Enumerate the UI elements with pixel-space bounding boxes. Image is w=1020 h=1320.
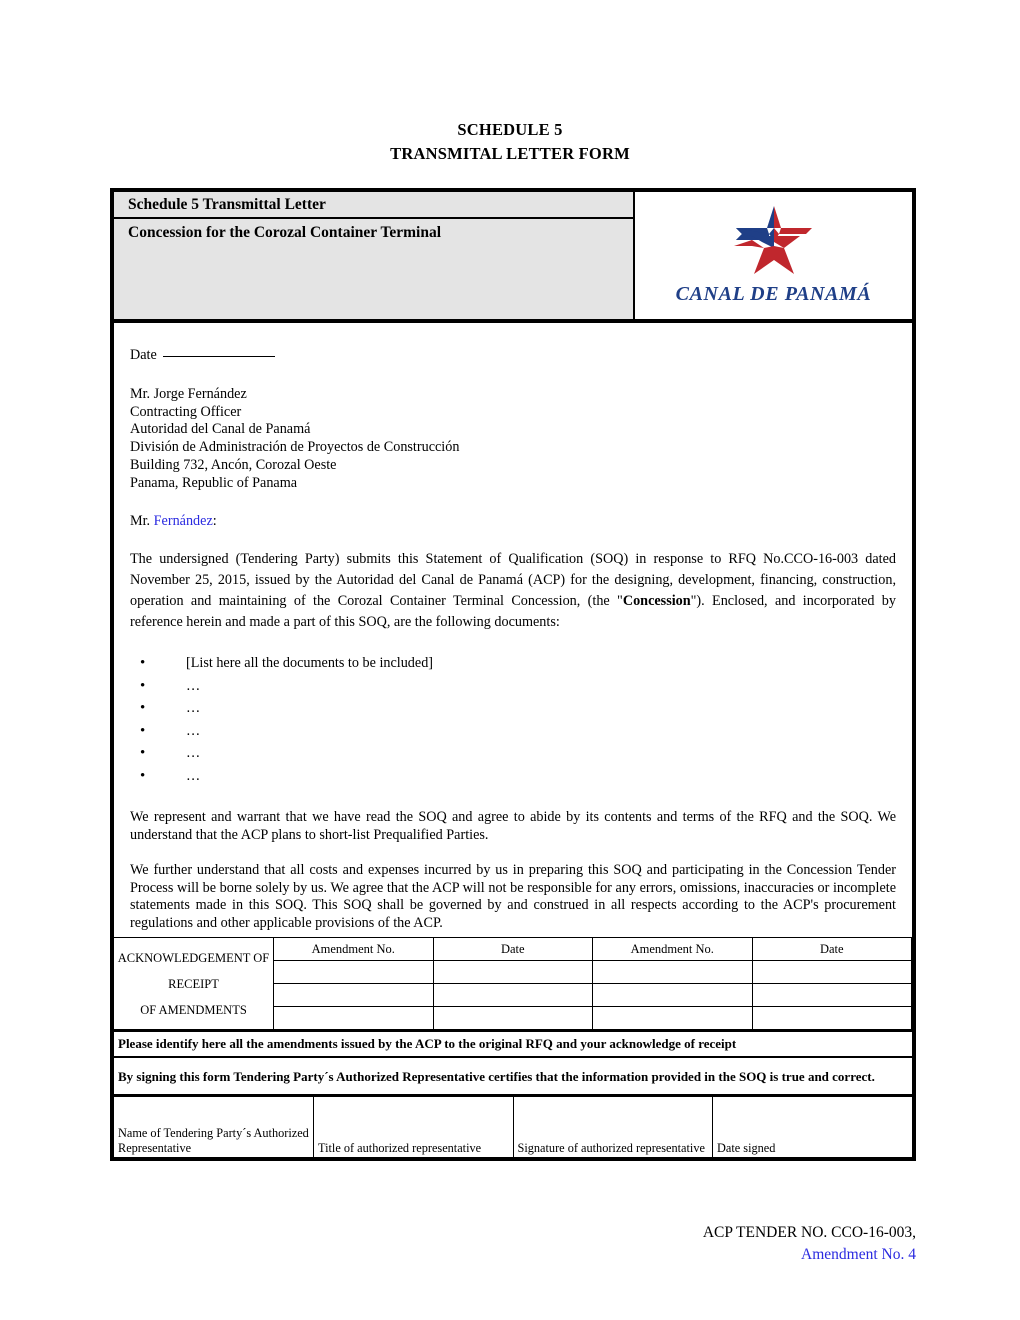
signature-title-field[interactable]: Title of authorized representative <box>313 1097 514 1158</box>
list-item-label: … <box>186 722 201 739</box>
list-item: • … <box>130 742 896 765</box>
form-header-line-2: Concession for the Corozal Container Ter… <box>128 224 442 241</box>
signature-table: Name of Tendering Party´s Authorized Rep… <box>114 1097 912 1158</box>
footer-tender-number: ACP TENDER NO. CCO-16-003, <box>702 1224 916 1241</box>
amendment-date-field[interactable] <box>751 1006 912 1031</box>
table-row: ACKNOWLEDGEMENT OF RECEIPT OF AMENDMENTS… <box>114 937 912 1031</box>
page-footer: ACP TENDER NO. CCO-16-003, Amendment No.… <box>0 1222 916 1266</box>
acknowledgement-label-line-2: OF AMENDMENTS <box>140 1002 247 1017</box>
recipient-address-block: Mr. Jorge Fernández Contracting Officer … <box>130 386 896 493</box>
list-item-label: … <box>186 700 201 717</box>
list-item-label: … <box>186 767 201 784</box>
paragraph-1-bold-term: Concession <box>622 593 691 610</box>
recipient-line: Building 732, Ancón, Corozal Oeste <box>130 456 337 473</box>
bullet-dot-icon: • <box>140 745 146 762</box>
amendment-notice-text: Please identify here all the amendments … <box>114 1030 912 1059</box>
recipient-line: Panama, Republic of Panama <box>130 474 298 491</box>
acknowledgement-label-line-1: ACKNOWLEDGEMENT OF RECEIPT <box>117 950 270 991</box>
bullet-dot-icon: • <box>140 677 146 694</box>
signature-sign-field[interactable]: Signature of authorized representative <box>512 1097 713 1158</box>
amendment-no-field[interactable] <box>273 960 434 985</box>
amendment-date-field[interactable] <box>432 983 593 1008</box>
page-title: SCHEDULE 5 TRANSMITAL LETTER FORM <box>0 118 1020 166</box>
form-body: Date Mr. Jorge Fernández Contracting Off… <box>114 323 912 932</box>
salutation-suffix: : <box>212 512 217 529</box>
bullet-dot-icon: • <box>140 655 146 672</box>
signature-name-field[interactable]: Name of Tendering Party´s Authorized Rep… <box>114 1097 314 1158</box>
documents-bullet-list: • [List here all the documents to be inc… <box>130 652 896 787</box>
recipient-line: División de Administración de Proyectos … <box>130 439 460 456</box>
column-header-amendment-no: Amendment No. <box>273 937 434 962</box>
footer-amendment-number: Amendment No. 4 <box>801 1246 916 1263</box>
amendment-no-field[interactable] <box>273 983 434 1008</box>
column-header-amendment-no: Amendment No. <box>592 937 753 962</box>
certification-statement: By signing this form Tendering Party´s A… <box>114 1058 912 1098</box>
salutation-name: Fernández <box>153 512 213 529</box>
amendment-date-field[interactable] <box>751 960 912 985</box>
amendment-no-field[interactable] <box>592 983 753 1008</box>
logo-wordmark: CANAL DE PANAMÁ <box>675 282 872 305</box>
list-item: • … <box>130 720 896 743</box>
recipient-line: Autoridad del Canal de Panamá <box>130 421 311 438</box>
list-item: • … <box>130 765 896 788</box>
salutation-prefix: Mr. <box>130 512 154 529</box>
amendment-date-field[interactable] <box>432 960 593 985</box>
amendment-date-field[interactable] <box>432 1006 593 1031</box>
list-item-label: [List here all the documents to be inclu… <box>186 655 434 672</box>
date-label: Date <box>130 347 157 363</box>
amendment-date-field[interactable] <box>751 983 912 1008</box>
title-line-2: TRANSMITAL LETTER FORM <box>390 144 630 163</box>
column-header-date: Date <box>751 937 912 962</box>
paragraph-submission: The undersigned (Tendering Party) submit… <box>130 549 896 633</box>
salutation: Mr. Fernández: <box>130 513 896 531</box>
paragraph-costs: We further understand that all costs and… <box>130 862 896 931</box>
list-item: • … <box>130 675 896 698</box>
list-item: • [List here all the documents to be inc… <box>130 652 896 675</box>
amendment-no-field[interactable] <box>592 960 753 985</box>
recipient-line: Contracting Officer <box>130 403 242 420</box>
form-header-line-1: Schedule 5 Transmittal Letter <box>114 192 633 219</box>
logo-cell: CANAL DE PANAMÁ <box>635 192 912 319</box>
document-page: SCHEDULE 5 TRANSMITAL LETTER FORM Schedu… <box>0 0 1020 1320</box>
column-header-date: Date <box>432 937 593 962</box>
amendment-no-field[interactable] <box>273 1006 434 1031</box>
table-row: Name of Tendering Party´s Authorized Rep… <box>114 1097 912 1158</box>
list-item-label: … <box>186 745 201 762</box>
title-line-1: SCHEDULE 5 <box>457 120 563 139</box>
canal-de-panama-star-icon <box>733 205 812 274</box>
bullet-dot-icon: • <box>140 722 146 739</box>
date-line: Date <box>130 345 896 365</box>
bullet-dot-icon: • <box>140 700 146 717</box>
signature-date-field[interactable]: Date signed <box>712 1097 912 1158</box>
amendment-no-field[interactable] <box>592 1006 753 1031</box>
date-input-rule[interactable] <box>162 345 275 357</box>
paragraph-representation: We represent and warrant that we have re… <box>130 809 896 843</box>
form-header-titles: Schedule 5 Transmittal Letter Concession… <box>114 192 635 319</box>
list-item: • … <box>130 697 896 720</box>
form-header-band: Schedule 5 Transmittal Letter Concession… <box>114 192 912 323</box>
list-item-label: … <box>186 677 201 694</box>
acknowledgement-label-cell: ACKNOWLEDGEMENT OF RECEIPT OF AMENDMENTS <box>114 937 274 1031</box>
recipient-line: Mr. Jorge Fernández <box>130 385 247 402</box>
amendment-acknowledgement-table: ACKNOWLEDGEMENT OF RECEIPT OF AMENDMENTS… <box>114 937 912 1031</box>
transmittal-letter-form: Schedule 5 Transmittal Letter Concession… <box>110 188 916 1162</box>
bullet-dot-icon: • <box>140 767 146 784</box>
